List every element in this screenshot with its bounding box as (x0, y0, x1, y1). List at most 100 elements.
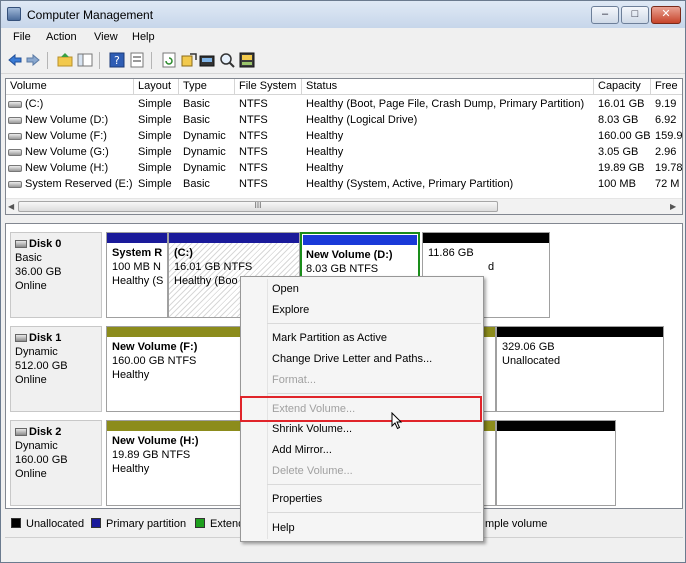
disk-0-label[interactable]: Disk 0 Basic 36.00 GB Online (10, 232, 102, 318)
column-header-file-system[interactable]: File System (235, 79, 302, 95)
menu-separator (267, 393, 481, 394)
status-cell: Healthy (306, 146, 344, 158)
free-cell: 159.9 (655, 130, 682, 142)
menu-help[interactable]: Help (132, 31, 155, 43)
volume-row[interactable]: New Volume (F:) Simple Dynamic NTFS Heal… (6, 128, 682, 144)
disk-icon (15, 240, 27, 248)
menu-file[interactable]: File (13, 31, 31, 43)
menu-item-format: Format... (272, 374, 317, 386)
column-header-type[interactable]: Type (179, 79, 235, 95)
volume-name: (C:) (25, 98, 44, 110)
free-cell: 19.78 (655, 162, 682, 174)
computer-management-icon (7, 7, 21, 21)
menu-item-mark-partition-active[interactable]: Mark Partition as Active (272, 332, 387, 344)
horizontal-scrollbar[interactable]: ◀ III ▶ (6, 198, 682, 214)
partition-system-reserved[interactable]: System R 100 MB N Healthy (S (106, 232, 168, 318)
partition-bar (497, 421, 615, 431)
close-button[interactable]: ✕ (651, 6, 681, 24)
menu-item-explore[interactable]: Explore (272, 304, 309, 316)
legend-item-primary: Primary partition (91, 518, 186, 530)
scroll-left-icon[interactable]: ◀ (8, 202, 14, 211)
volume-row[interactable]: New Volume (G:) Simple Dynamic NTFS Heal… (6, 144, 682, 160)
file-system-cell: NTFS (239, 130, 268, 142)
legend-swatch (11, 518, 21, 528)
layout-cell: Simple (138, 130, 172, 142)
layout-cell: Simple (138, 162, 172, 174)
column-header-layout[interactable]: Layout (134, 79, 179, 95)
menu-action[interactable]: Action (46, 31, 77, 43)
up-folder-icon[interactable] (57, 52, 73, 68)
back-icon[interactable] (7, 52, 23, 68)
capacity-cell: 19.89 GB (598, 162, 645, 174)
svg-text:?: ? (114, 54, 120, 67)
scrollbar-thumb[interactable]: III (18, 201, 498, 212)
help-icon[interactable]: ? (109, 52, 125, 68)
column-header-capacity[interactable]: Capacity (594, 79, 651, 95)
legend-item-simple: mple volume (485, 518, 547, 530)
menu-item-add-mirror[interactable]: Add Mirror... (272, 444, 332, 456)
scroll-right-icon[interactable]: ▶ (670, 202, 676, 211)
forward-icon[interactable] (25, 52, 41, 68)
layout-cell: Simple (138, 146, 172, 158)
partition-bar (303, 235, 417, 245)
disk-1-label[interactable]: Disk 1 Dynamic 512.00 GB Online (10, 326, 102, 412)
volume-name-cell: New Volume (F:) (8, 128, 134, 144)
menu-item-properties[interactable]: Properties (272, 493, 322, 505)
volume-list[interactable]: Volume Layout Type File System Status Ca… (5, 78, 683, 215)
column-header-free[interactable]: Free (651, 79, 682, 95)
volume-name: New Volume (H:) (25, 162, 109, 174)
drive-icon (8, 117, 22, 124)
disk-info-icon[interactable] (239, 52, 255, 68)
volume-row[interactable]: New Volume (H:) Simple Dynamic NTFS Heal… (6, 160, 682, 176)
disk-size: 160.00 GB (15, 454, 68, 466)
toolbar: ? (1, 48, 685, 74)
menu-item-shrink-volume[interactable]: Shrink Volume... (272, 423, 352, 435)
disk-2-label[interactable]: Disk 2 Dynamic 160.00 GB Online (10, 420, 102, 506)
legend-item-extended: Extend (195, 518, 244, 530)
maximize-button[interactable]: □ (621, 6, 649, 24)
partition-bar (107, 233, 167, 243)
volume-name-cell: System Reserved (E:) (8, 176, 134, 192)
refresh-icon[interactable] (161, 52, 177, 68)
disk-icon (15, 428, 27, 436)
volume-row[interactable]: System Reserved (E:) Simple Basic NTFS H… (6, 176, 682, 192)
partition-bar (423, 233, 549, 243)
status-cell: Healthy (306, 162, 344, 174)
column-header-status[interactable]: Status (302, 79, 594, 95)
menu-item-open[interactable]: Open (272, 283, 299, 295)
legend-swatch (195, 518, 205, 528)
menu-view[interactable]: View (94, 31, 118, 43)
menu-item-change-drive-letter[interactable]: Change Drive Letter and Paths... (272, 353, 432, 365)
volume-row[interactable]: New Volume (D:) Simple Basic NTFS Health… (6, 112, 682, 128)
free-cell: 72 M (655, 178, 680, 190)
disk-type: Dynamic (15, 440, 58, 452)
type-cell: Basic (183, 114, 210, 126)
minimize-button[interactable]: – (591, 6, 619, 24)
toolbar-separator (99, 52, 100, 69)
partition-disk2-remaining[interactable] (496, 420, 616, 506)
volume-name-cell: New Volume (G:) (8, 144, 134, 160)
partition-bar (169, 233, 299, 243)
capacity-cell: 3.05 GB (598, 146, 639, 158)
column-header-volume[interactable]: Volume (6, 79, 134, 95)
menu-separator (267, 323, 481, 324)
legend-swatch (91, 518, 101, 528)
partition-size: 16.01 GB NTFS (174, 261, 253, 273)
title-bar[interactable]: Computer Management – □ ✕ (1, 1, 685, 28)
export-icon[interactable] (181, 52, 197, 68)
menu-item-help[interactable]: Help (272, 522, 295, 534)
volume-row[interactable]: (C:) Simple Basic NTFS Healthy (Boot, Pa… (6, 96, 682, 112)
free-cell: 6.92 (655, 114, 677, 126)
partition-unallocated-disk1[interactable]: 329.06 GB Unallocated (496, 326, 664, 412)
capacity-cell: 100 MB (598, 178, 636, 190)
connect-icon[interactable] (199, 52, 215, 68)
drive-icon (8, 101, 22, 108)
partition-size: 8.03 GB NTFS (306, 263, 379, 275)
rescan-icon[interactable] (219, 52, 235, 68)
partition-status: Unallocated (502, 355, 561, 367)
type-cell: Dynamic (183, 162, 226, 174)
properties-icon[interactable] (129, 52, 145, 68)
legend-label: Primary partition (106, 518, 187, 530)
capacity-cell: 16.01 GB (598, 98, 645, 110)
show-hide-console-tree-icon[interactable] (77, 52, 93, 68)
